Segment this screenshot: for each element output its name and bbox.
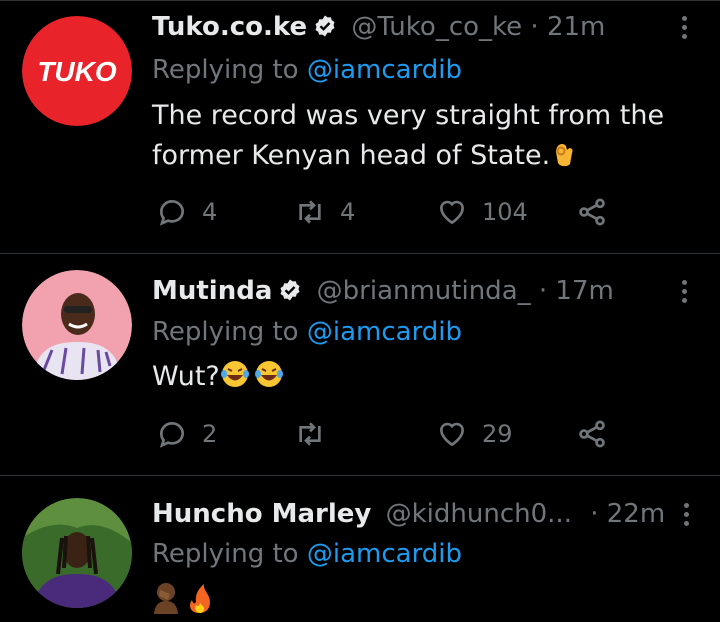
laughing-tears-emoji (220, 361, 283, 387)
reply-count: 4 (202, 198, 218, 226)
tweet-header: Huncho Marley @kidhunch0... · 22m (152, 496, 690, 532)
tweet-text (152, 580, 692, 622)
author-handle[interactable]: @Tuko_co_ke (351, 12, 522, 42)
like-icon (439, 200, 465, 225)
author-name[interactable]: Huncho Marley (152, 499, 371, 529)
reply-icon (159, 422, 184, 448)
retweet-icon (299, 422, 321, 446)
replying-to: Replying to @iamcardib (152, 537, 462, 571)
tweet-text: Wut? (152, 357, 692, 397)
like-button[interactable]: 29 (436, 414, 513, 454)
like-count: 104 (482, 198, 528, 226)
tweet-header: Mutinda @brianmutinda_ · 17m (152, 273, 668, 309)
timestamp[interactable]: 21m (547, 12, 605, 42)
author-handle[interactable]: @brianmutinda_ (317, 276, 531, 306)
reply-icon (159, 200, 184, 226)
more-icon[interactable] (672, 12, 696, 42)
retweet-button[interactable]: 4 (294, 192, 355, 232)
separator-dot: · (530, 12, 539, 42)
tweet-actions: 4 4 104 (152, 192, 712, 232)
share-button[interactable] (576, 192, 608, 232)
reply-button[interactable]: 4 (156, 192, 217, 232)
like-count: 29 (482, 420, 513, 448)
share-icon (579, 198, 605, 226)
avatar[interactable] (22, 498, 132, 608)
replying-prefix: Replying to (152, 55, 307, 85)
facepalm-fire-emoji (154, 583, 210, 614)
tweet-text-line: The record was very straight from the (152, 100, 665, 131)
tweet-text-line: former Kenyan head of State. (152, 140, 551, 171)
tweet-header: Tuko.co.ke @Tuko_co_ke · 21m (152, 9, 668, 45)
more-icon[interactable] (674, 499, 698, 529)
avatar-logo-text: TUKO (37, 56, 117, 87)
separator-dot: · (590, 499, 599, 529)
author-handle[interactable]: @kidhunch0... (386, 499, 572, 529)
tweet-mutinda[interactable]: Mutinda @brianmutinda_ · 17m Replying to… (0, 254, 720, 475)
replying-to: Replying to @iamcardib (152, 315, 462, 349)
tweet-actions: 2 29 (152, 414, 712, 454)
verified-badge-icon (315, 15, 335, 37)
like-button[interactable]: 104 (436, 192, 528, 232)
reply-count: 2 (202, 420, 218, 448)
like-icon (439, 422, 465, 447)
ok-hand-emoji (556, 144, 573, 167)
replying-to: Replying to @iamcardib (152, 53, 462, 87)
separator-dot: · (538, 276, 548, 306)
replying-prefix: Replying to (152, 539, 307, 569)
timestamp[interactable]: 22m (607, 499, 665, 529)
author-name[interactable]: Tuko.co.ke (152, 12, 307, 42)
mention-link[interactable]: @iamcardib (307, 539, 462, 569)
reply-button[interactable]: 2 (156, 414, 217, 454)
author-name[interactable]: Mutinda (152, 276, 272, 306)
retweet-icon (299, 200, 321, 224)
tweet-huncho-marley[interactable]: Huncho Marley @kidhunch0... · 22m Replyi… (0, 476, 720, 621)
mention-link[interactable]: @iamcardib (307, 55, 462, 85)
avatar[interactable] (22, 270, 132, 380)
mention-link[interactable]: @iamcardib (307, 317, 462, 347)
retweet-count: 4 (340, 198, 356, 226)
more-icon[interactable] (672, 276, 696, 306)
share-button[interactable] (576, 414, 608, 454)
tweet-text: The record was very straight from the fo… (152, 96, 692, 176)
tweet-text-line: Wut? (152, 361, 220, 392)
verified-badge-icon (280, 279, 300, 301)
replying-prefix: Replying to (152, 317, 307, 347)
tweet-tuko[interactable]: TUKO Tuko.co.ke @Tuko_co_ke · 21m Replyi… (0, 0, 720, 253)
timestamp[interactable]: 17m (555, 276, 613, 306)
share-icon (579, 420, 605, 448)
avatar[interactable]: TUKO (22, 16, 132, 126)
retweet-button[interactable] (294, 414, 340, 454)
